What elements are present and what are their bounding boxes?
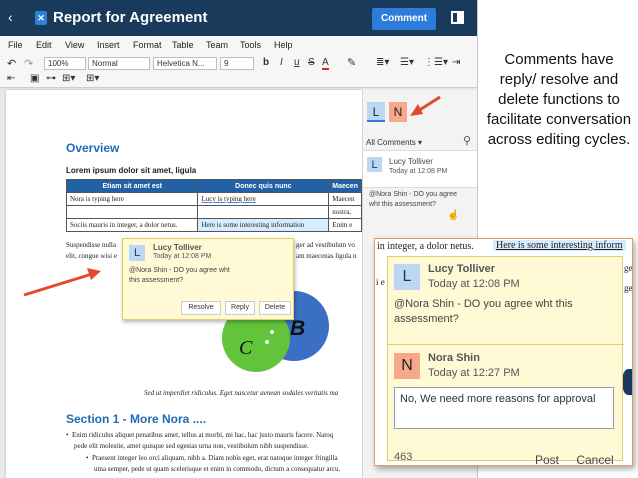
avatar: L bbox=[394, 264, 420, 290]
zoom-edge-text: ge bbox=[624, 263, 633, 273]
arrow-head bbox=[87, 268, 101, 280]
zoom-edge-text: ge bbox=[624, 283, 633, 293]
arrow-shaft bbox=[417, 95, 441, 113]
character-counter: 463 bbox=[394, 451, 413, 463]
zoom-text-right: Here is some interesting inform bbox=[493, 240, 626, 251]
comment-time: Today at 12:08 PM bbox=[428, 278, 520, 290]
comment-text: @Nora Shin - DO you agree wht this asses… bbox=[394, 298, 573, 325]
zoom-diagram-edge bbox=[622, 369, 632, 395]
arrow-to-tabs bbox=[410, 95, 441, 116]
arrow-to-popup bbox=[23, 268, 101, 297]
zoom-edge-text: i e bbox=[376, 277, 385, 287]
slide-caption: Comments have reply/ resolve and delete … bbox=[486, 51, 632, 148]
cancel-button[interactable]: Cancel bbox=[572, 450, 618, 465]
zoom-inset: in integer, a dolor netus. Here is some … bbox=[374, 238, 633, 466]
reply-input[interactable]: No, We need more reasons for approval bbox=[394, 387, 614, 429]
reply-author: Nora Shin bbox=[428, 352, 480, 364]
divider bbox=[388, 344, 624, 345]
zoom-text-left: in integer, a dolor netus. bbox=[377, 241, 474, 252]
avatar: N bbox=[394, 353, 420, 379]
arrow-shaft bbox=[23, 272, 93, 297]
comment-author: Lucy Tolliver bbox=[428, 263, 496, 275]
reply-time: Today at 12:27 PM bbox=[428, 367, 520, 379]
post-button[interactable]: Post bbox=[528, 450, 566, 465]
zoom-comment-thread[interactable]: L Lucy Tolliver Today at 12:08 PM @Nora … bbox=[387, 256, 624, 465]
